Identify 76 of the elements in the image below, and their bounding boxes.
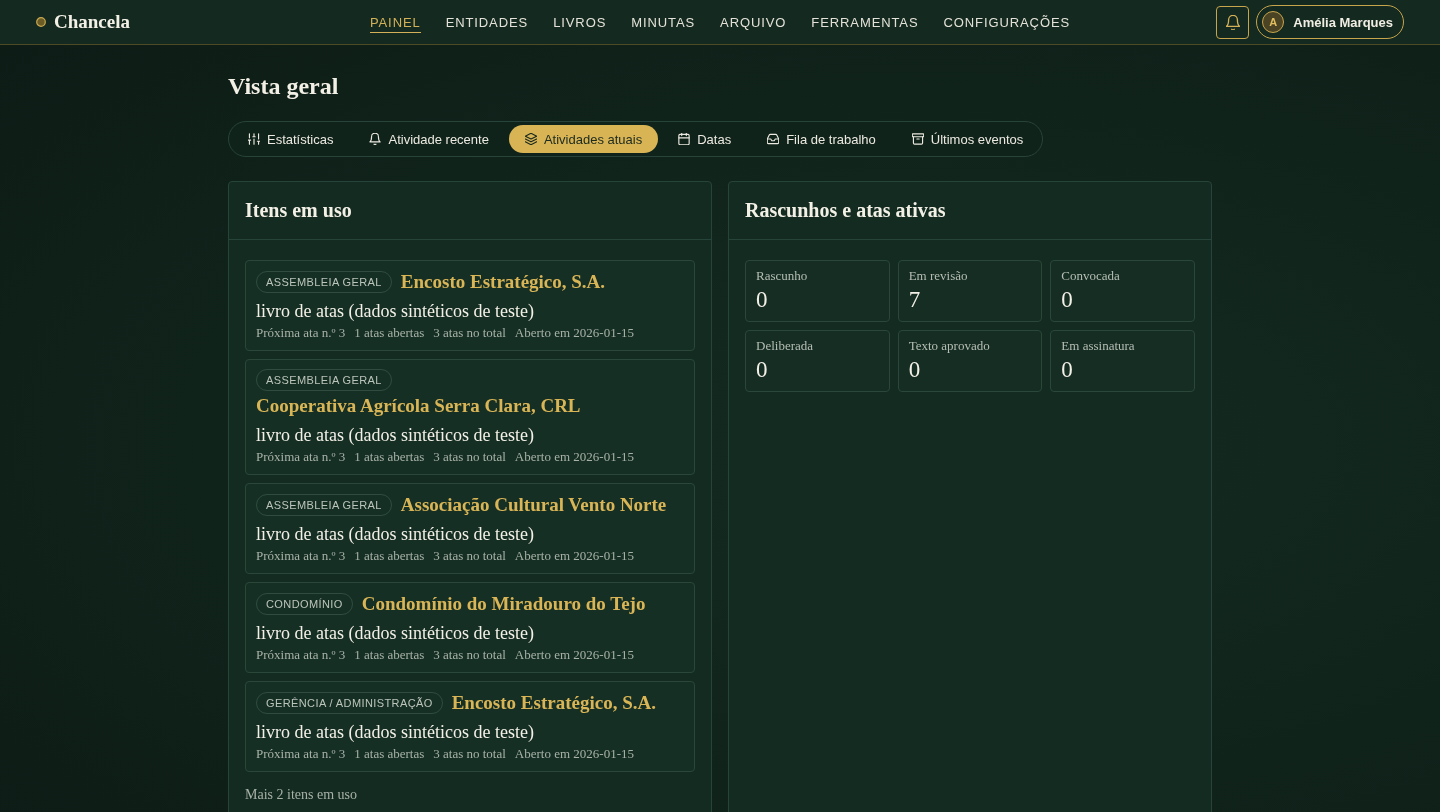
inbox-icon <box>767 133 780 145</box>
logo-icon <box>36 17 46 27</box>
entity-name[interactable]: Condomínio do Miradouro do Tejo <box>361 592 646 616</box>
meta-text: 3 atas no total <box>433 647 506 663</box>
tab[interactable]: Datas <box>662 125 748 153</box>
bell-icon <box>369 133 382 145</box>
meta-text: Próxima ata n.º 3 <box>256 746 346 762</box>
stat-value: 0 <box>756 286 769 314</box>
item-card[interactable]: ASSEMBLEIA GERAL Cooperativa Agrícola Serra Clara, CRL livro de atas (dados sintéticos de teste) Próxima ata n.º 3 1 atas abertas 3 atas no total Aberto em 2026-01-15 <box>245 359 695 475</box>
archive-icon <box>911 133 924 145</box>
tab[interactable]: Atividades atuais <box>508 125 659 153</box>
book-name: livro de atas (dados sintéticos de teste) <box>256 424 535 446</box>
stat-value: 7 <box>908 286 922 314</box>
meta-text: Aberto em 2026-01-15 <box>514 548 634 564</box>
book-name: livro de atas (dados sintéticos de teste) <box>256 721 535 743</box>
nav-link[interactable]: MINUTAS <box>631 11 696 33</box>
stat-label: Em assinatura <box>1061 338 1136 354</box>
sliders-icon <box>248 133 260 145</box>
brand-name[interactable]: Chancela <box>54 11 130 33</box>
nav-link[interactable]: FERRAMENTAS <box>811 11 919 33</box>
entity-name[interactable]: Encosto Estratégico, S.A. <box>400 270 606 294</box>
tab[interactable]: Atividade recente <box>353 125 505 153</box>
meta-text: Aberto em 2026-01-15 <box>514 325 634 341</box>
tab[interactable]: Fila de trabalho <box>751 125 892 153</box>
stat-value: 0 <box>1061 286 1074 314</box>
meta-text: 3 atas no total <box>433 449 506 465</box>
stat-label: Texto aprovado <box>908 338 991 354</box>
stat-label: Em revisão <box>908 268 969 284</box>
meta-text: Próxima ata n.º 3 <box>256 548 346 564</box>
avatar: A <box>1262 11 1285 33</box>
calendar-icon <box>678 133 691 145</box>
notifications-button[interactable] <box>1216 5 1250 39</box>
meta-text: Aberto em 2026-01-15 <box>514 449 634 465</box>
stat-label: Convocada <box>1061 268 1121 284</box>
stat-label: Rascunho <box>756 268 809 284</box>
meta-text: Aberto em 2026-01-15 <box>514 746 634 762</box>
meta-text: 1 atas abertas <box>354 548 425 564</box>
meta-text: Aberto em 2026-01-15 <box>514 647 634 663</box>
meta-text: 1 atas abertas <box>354 325 425 341</box>
meta-text: 3 atas no total <box>433 548 506 564</box>
meta-text: Próxima ata n.º 3 <box>256 449 346 465</box>
bell-icon <box>1225 14 1240 30</box>
user-menu-button[interactable]: A Amélia Marques <box>1256 5 1404 39</box>
nav-link[interactable]: LIVROS <box>553 11 607 33</box>
nav-link[interactable]: ARQUIVO <box>720 11 787 33</box>
book-name: livro de atas (dados sintéticos de teste) <box>256 622 535 644</box>
meta-text: 1 atas abertas <box>354 449 425 465</box>
tab[interactable]: Estatísticas <box>232 125 350 153</box>
meta-text: 3 atas no total <box>433 325 506 341</box>
entity-name[interactable]: Associação Cultural Vento Norte <box>400 493 667 517</box>
nav-link[interactable]: PAINEL <box>369 11 421 33</box>
meta-text: 1 atas abertas <box>354 746 425 762</box>
stat-label: Deliberada <box>756 338 815 354</box>
panel-title: Rascunhos e atas ativas <box>745 199 946 222</box>
more-items-text: Mais 2 itens em uso <box>245 787 358 803</box>
meta-text: 3 atas no total <box>433 746 506 762</box>
meta-text: 1 atas abertas <box>354 647 425 663</box>
nav-link[interactable]: ENTIDADES <box>445 11 529 33</box>
entity-name[interactable]: Cooperativa Agrícola Serra Clara, CRL <box>256 394 581 418</box>
panel-title: Itens em uso <box>245 199 352 222</box>
layers-icon <box>524 133 537 145</box>
stat-value: 0 <box>908 356 922 384</box>
stat-value: 0 <box>1061 356 1074 384</box>
item-card[interactable]: ASSEMBLEIA GERAL Associação Cultural Vento Norte livro de atas (dados sintéticos de teste) Próxima ata n.º 3 1 atas abertas 3 atas no total Aberto em 2026-01-15 <box>245 483 695 574</box>
nav-link[interactable]: CONFIGURAÇÕES <box>943 11 1071 33</box>
book-name: livro de atas (dados sintéticos de teste) <box>256 300 535 322</box>
item-card[interactable]: CONDOMÍNIO Condomínio do Miradouro do Tejo livro de atas (dados sintéticos de teste) Próxima ata n.º 3 1 atas abertas 3 atas no total Aberto em 2026-01-15 <box>245 582 695 673</box>
book-name: livro de atas (dados sintéticos de teste) <box>256 523 535 545</box>
entity-name[interactable]: Encosto Estratégico, S.A. <box>451 691 656 715</box>
stat-value: 0 <box>756 356 769 384</box>
item-card[interactable]: GERÊNCIA / ADMINISTRAÇÃO Encosto Estratégico, S.A. livro de atas (dados sintéticos de teste) Próxima ata n.º 3 1 atas abertas 3 atas no total Aberto em 2026-01-15 <box>245 681 695 772</box>
item-card[interactable]: ASSEMBLEIA GERAL Encosto Estratégico, S.A. livro de atas (dados sintéticos de teste) Próxima ata n.º 3 1 atas abertas 3 atas no total Aberto em 2026-01-15 <box>245 260 695 351</box>
tab[interactable]: Últimos eventos <box>895 125 1040 153</box>
meta-text: Próxima ata n.º 3 <box>256 647 346 663</box>
meta-text: Próxima ata n.º 3 <box>256 325 346 341</box>
page-title: Vista geral <box>228 72 340 100</box>
